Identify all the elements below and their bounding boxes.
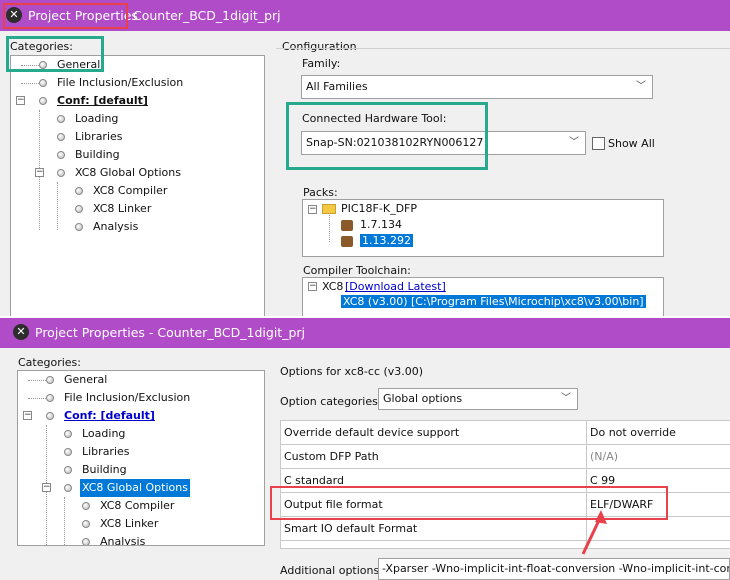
tree-item-xc8-linker[interactable]: XC8 Linker	[11, 200, 264, 218]
node-icon	[64, 430, 72, 438]
option-name: Smart IO default Format	[280, 516, 587, 541]
package-icon	[341, 220, 353, 231]
table-row[interactable]: Override default device support Do not o…	[280, 420, 730, 445]
option-value[interactable]: Do not override	[586, 420, 730, 445]
project-properties-window-top: ✕ Project Properties Counter_BCD_1digit_…	[0, 0, 730, 316]
categories-tree: General File Inclusion/Exclusion − Conf:…	[17, 370, 265, 546]
node-icon	[46, 376, 54, 384]
options-table: Override default device support Do not o…	[280, 420, 730, 549]
node-icon	[57, 115, 65, 123]
pack-version-1[interactable]: 1.7.134	[360, 218, 402, 231]
node-icon	[82, 520, 90, 528]
show-all-label: Show All	[608, 137, 655, 150]
tree-item-loading[interactable]: Loading	[11, 110, 264, 128]
tree-item-conf-default[interactable]: − Conf: [default]	[11, 92, 264, 110]
node-icon	[75, 223, 83, 231]
family-select-value: All Families	[306, 80, 368, 93]
tree-item-building[interactable]: Building	[18, 461, 264, 479]
family-label: Family:	[302, 57, 341, 70]
title-bar: ✕ Project Properties - Counter_BCD_1digi…	[0, 318, 730, 348]
table-row[interactable]: Custom DFP Path (N/A)	[280, 444, 730, 469]
app-logo-icon: ✕	[13, 324, 29, 340]
window-project-name: Counter_BCD_1digit_prj	[133, 8, 281, 23]
show-all-checkbox[interactable]	[592, 137, 605, 150]
tree-connector	[329, 215, 330, 242]
collapse-icon[interactable]: −	[23, 411, 32, 420]
packs-tree: − PIC18F-K_DFP 1.7.134 1.13.292	[302, 199, 664, 257]
option-categories-select[interactable]: Global options ﹀	[378, 388, 578, 410]
node-icon	[57, 151, 65, 159]
annotation-red-box-title	[3, 3, 128, 29]
collapse-icon[interactable]: −	[308, 205, 317, 214]
option-name: Custom DFP Path	[280, 444, 587, 469]
family-select[interactable]: All Families ﹀	[301, 75, 653, 99]
tree-item-libraries[interactable]: Libraries	[11, 128, 264, 146]
node-icon	[46, 412, 54, 420]
node-icon	[39, 79, 47, 87]
node-icon	[57, 133, 65, 141]
node-icon	[46, 394, 54, 402]
tree-item-xc8-global-options[interactable]: − XC8 Global Options	[18, 479, 264, 497]
tree-item-analysis[interactable]: Analysis	[18, 533, 264, 545]
compiler-toolchain-label: Compiler Toolchain:	[303, 264, 411, 277]
node-icon	[75, 205, 83, 213]
packs-label: Packs:	[303, 186, 338, 199]
tree-item-xc8-compiler[interactable]: XC8 Compiler	[11, 182, 264, 200]
configuration-divider	[276, 48, 730, 49]
red-arrow-icon	[581, 510, 607, 555]
tree-item-xc8-compiler[interactable]: XC8 Compiler	[18, 497, 264, 515]
additional-options-value: -Xparser -Wno-implicit-int-float-convers…	[382, 562, 730, 575]
pack-version-2-selected[interactable]: 1.13.292	[360, 234, 413, 247]
tree-item-file-inclusion[interactable]: File Inclusion/Exclusion	[11, 74, 264, 92]
tree-item-file-inclusion[interactable]: File Inclusion/Exclusion	[18, 389, 264, 407]
table-row	[280, 540, 730, 549]
pack-root[interactable]: PIC18F-K_DFP	[341, 202, 417, 215]
folder-icon	[322, 204, 336, 214]
table-row[interactable]: Smart IO default Format	[280, 516, 730, 541]
option-categories-label: Option categories:	[280, 395, 382, 408]
window-title: Project Properties - Counter_BCD_1digit_…	[35, 325, 305, 340]
annotation-green-box-hardware	[286, 102, 488, 170]
option-name: Override default device support	[280, 420, 587, 445]
collapse-icon[interactable]: −	[35, 168, 44, 177]
additional-options-label: Additional options:	[280, 564, 383, 577]
tree-item-libraries[interactable]: Libraries	[18, 443, 264, 461]
tree-item-building[interactable]: Building	[11, 146, 264, 164]
toolchain-root[interactable]: XC8	[322, 280, 343, 293]
tree-item-xc8-global-options[interactable]: − XC8 Global Options	[11, 164, 264, 182]
chevron-down-icon: ﹀	[561, 393, 571, 404]
configuration-label: Configuration	[282, 40, 357, 53]
title-bar: ✕ Project Properties Counter_BCD_1digit_…	[0, 0, 730, 31]
node-icon	[64, 466, 72, 474]
annotation-green-box-general	[6, 36, 104, 72]
node-icon	[57, 169, 65, 177]
collapse-icon[interactable]: −	[308, 282, 317, 291]
compiler-toolchain-tree: − XC8 [Download Latest] XC8 (v3.00) [C:\…	[302, 277, 664, 316]
node-icon	[82, 538, 90, 545]
download-latest-link[interactable]: [Download Latest]	[345, 280, 446, 293]
node-icon	[39, 97, 47, 105]
collapse-icon[interactable]: −	[16, 96, 25, 105]
additional-options-field[interactable]: -Xparser -Wno-implicit-int-float-convers…	[378, 558, 730, 580]
categories-label: Categories:	[18, 356, 81, 369]
node-icon	[82, 502, 90, 510]
tree-item-analysis[interactable]: Analysis	[11, 218, 264, 236]
package-icon	[341, 236, 353, 247]
tree-item-general[interactable]: General	[18, 371, 264, 389]
tree-item-loading[interactable]: Loading	[18, 425, 264, 443]
tree-item-xc8-linker[interactable]: XC8 Linker	[18, 515, 264, 533]
tree-item-conf-default[interactable]: − Conf: [default]	[18, 407, 264, 425]
options-for-label: Options for xc8-cc (v3.00)	[280, 365, 424, 378]
option-value[interactable]: (N/A)	[586, 444, 730, 469]
chevron-down-icon: ﹀	[636, 81, 646, 92]
project-properties-window-bottom: ✕ Project Properties - Counter_BCD_1digi…	[0, 316, 730, 580]
categories-tree: General File Inclusion/Exclusion − Conf:…	[10, 55, 265, 316]
node-icon	[64, 484, 72, 492]
toolchain-xc8-v300-selected[interactable]: XC8 (v3.00) [C:\Program Files\Microchip\…	[341, 295, 646, 308]
node-icon	[75, 187, 83, 195]
chevron-down-icon: ﹀	[569, 137, 579, 148]
option-categories-value: Global options	[383, 392, 463, 405]
collapse-icon[interactable]: −	[42, 483, 51, 492]
node-icon	[64, 448, 72, 456]
